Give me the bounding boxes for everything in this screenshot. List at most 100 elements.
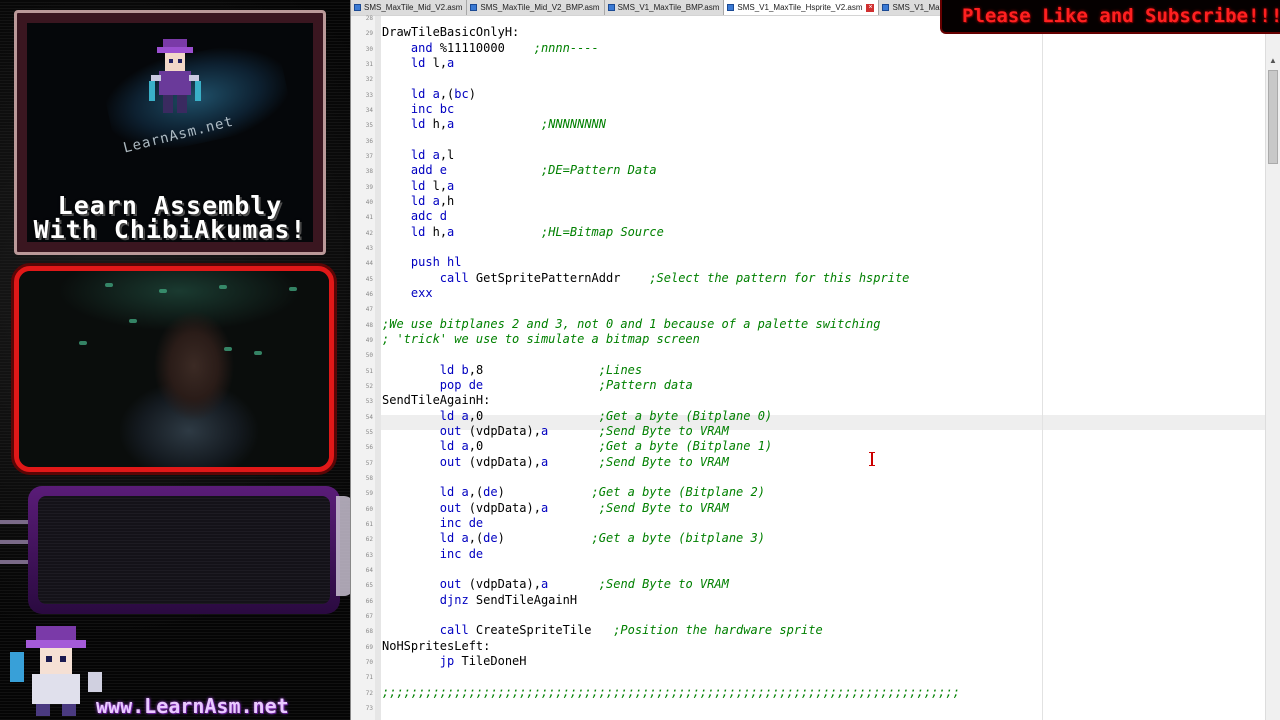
webcam-video [19,271,329,467]
vertical-scrollbar[interactable]: ▲ [1265,16,1280,720]
code-comment: ;Get a byte (Bitplane 1) [598,439,773,454]
code-token: , [439,224,448,239]
line-number: 34 [365,106,373,114]
code-line[interactable]: 60 out (vdpData),a ;Send Byte to VRAM [351,501,1280,516]
code-line[interactable]: 30 and %11110000 ;nnnn---- [351,41,1280,56]
code-line[interactable]: 56 ld a,0 ;Get a byte (Bitplane 1) [351,439,1280,454]
code-keyword: call [382,270,476,285]
code-token: ,( [468,531,484,546]
line-number: 68 [365,628,373,636]
code-token: l [447,147,455,162]
code-line[interactable]: 70 jp TileDoneH [351,654,1280,669]
line-number: 39 [365,183,373,191]
code-line[interactable]: 59 ld a,(de) ;Get a byte (Bitplane 2) [351,485,1280,500]
code-token: h [447,193,455,208]
mascot-character-icon [149,39,201,113]
code-keyword: de [468,377,484,392]
line-number: 30 [365,45,373,53]
code-line[interactable]: 51 ld b,8 ;Lines [351,363,1280,378]
code-line[interactable]: 36 [351,133,1280,148]
line-number: 52 [365,382,373,390]
code-text: inc de [382,516,483,531]
code-line[interactable]: 45 call GetSpritePatternAddr ;Select the… [351,271,1280,286]
channel-logo-frame: LearnAsm.net Learn Assembly With ChibiAk… [14,10,326,255]
code-token: (vdpData), [468,577,541,592]
code-line[interactable]: 44 push hl [351,255,1280,270]
code-line[interactable]: 37 ld a,l [351,148,1280,163]
code-keyword: ld [382,193,433,208]
channel-logo: LearnAsm.net Learn Assembly With ChibiAk… [27,23,313,242]
code-line[interactable]: 64 [351,562,1280,577]
code-line[interactable]: 55 out (vdpData),a ;Send Byte to VRAM [351,424,1280,439]
code-line[interactable]: 43 [351,240,1280,255]
code-line[interactable]: 62 ld a,(de) ;Get a byte (bitplane 3) [351,531,1280,546]
footer-site-text: www.LearnAsm.net [96,694,289,718]
code-keyword: out [382,577,469,592]
code-line[interactable]: 58 [351,470,1280,485]
code-comment: ;Get a byte (bitplane 3) [591,531,765,546]
line-number: 55 [365,428,373,436]
code-line[interactable]: 52 pop de ;Pattern data [351,378,1280,393]
code-line[interactable]: 66 djnz SendTileAgainH [351,593,1280,608]
code-line[interactable]: 39 ld l,a [351,179,1280,194]
code-line[interactable]: 33 ld a,(bc) [351,87,1280,102]
code-line[interactable]: 34 inc bc [351,102,1280,117]
code-editor-window: SMS_MaxTile_Mid_V2.asm SMS_MaxTile_Mid_V2… [350,0,1280,720]
code-line[interactable]: 32 [351,71,1280,86]
code-text: ld a,l [382,148,454,163]
code-token: , [439,55,448,70]
code-line[interactable]: 54 ld a,0 ;Get a byte (Bitplane 0) [351,409,1280,424]
code-line[interactable]: 65 out (vdpData),a ;Send Byte to VRAM [351,577,1280,592]
code-line[interactable]: 72;;;;;;;;;;;;;;;;;;;;;;;;;;;;;;;;;;;;;;… [351,685,1280,700]
code-line[interactable]: 57 out (vdpData),a ;Send Byte to VRAM [351,455,1280,470]
code-keyword: out [382,500,469,515]
code-line[interactable]: 35 ld h,a ;NNNNNNNN [351,117,1280,132]
code-text: jp TileDoneH [382,654,527,669]
code-line[interactable]: 48 ;We use bitplanes 2 and 3, not 0 and 1… [351,317,1280,332]
code-line[interactable]: 47 [351,301,1280,316]
code-keyword: a [461,439,469,454]
code-line[interactable]: 40 ld a,h [351,194,1280,209]
code-keyword: b [461,362,469,377]
code-line[interactable]: 38 add e ;DE=Pattern Data [351,163,1280,178]
code-token: (vdpData), [468,423,541,438]
line-number: 50 [365,352,373,360]
code-keyword: ld [382,439,462,454]
code-token: NoHSpritesLeft: [382,638,491,653]
code-line[interactable]: 68 call CreateSpriteTile ;Position the h… [351,623,1280,638]
code-text: exx [382,286,433,301]
code-line[interactable]: 41 adc d [351,209,1280,224]
code-token: SendTileAgainH [475,592,578,607]
scrollbar-thumb[interactable] [1268,70,1278,164]
stream-overlay-panel: LearnAsm.net Learn Assembly With ChibiAk… [0,0,350,720]
code-line[interactable]: 31 ld l,a [351,56,1280,71]
code-keyword: ld [382,117,433,132]
code-token: SendTileAgainH: [382,393,491,408]
code-line[interactable]: 53 SendTileAgainH: [351,393,1280,408]
code-keyword: bc [454,86,469,101]
code-keyword: a [432,86,440,101]
code-line[interactable]: 61 inc de [351,516,1280,531]
code-line[interactable]: 73 [351,700,1280,715]
line-number: 53 [365,398,373,406]
code-text: out (vdpData),a ;Send Byte to VRAM [382,577,729,592]
code-keyword: ld [382,178,433,193]
code-line[interactable]: 67 [351,608,1280,623]
code-line[interactable]: 49 ; 'trick' we use to simulate a bitmap … [351,332,1280,347]
code-line[interactable]: 46 exx [351,286,1280,301]
code-line[interactable]: 69 NoHSpritesLeft: [351,639,1280,654]
code-line[interactable]: 50 [351,347,1280,362]
code-keyword: a [432,193,440,208]
scroll-up-arrow-icon[interactable]: ▲ [1268,56,1278,66]
line-number: 42 [365,229,373,237]
code-line[interactable]: 42 ld h,a ;HL=Bitmap Source [351,225,1280,240]
code-token: CreateSpriteTile [475,623,614,638]
code-token: , [439,147,448,162]
code-line[interactable]: 63 inc de [351,547,1280,562]
code-line[interactable]: 71 [351,669,1280,684]
code-text: ld a,0 ;Get a byte (Bitplane 0) [382,409,772,424]
code-token: ,( [468,485,484,500]
webcam-frame [14,266,334,472]
